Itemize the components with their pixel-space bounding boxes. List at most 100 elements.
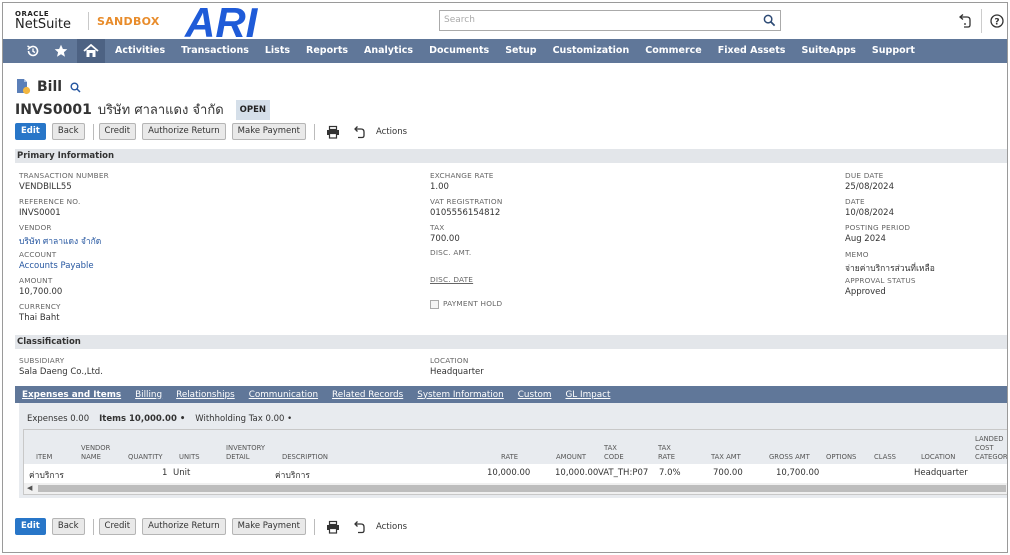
col-options[interactable]: OPTIONS xyxy=(826,453,856,462)
tab-relationships[interactable]: Relationships xyxy=(169,390,242,400)
ari-brand-logo: ARI xyxy=(184,2,259,41)
search-icon[interactable] xyxy=(763,14,776,27)
nav-reports[interactable]: Reports xyxy=(298,39,356,63)
make-payment-button[interactable]: Make Payment xyxy=(231,123,306,140)
sublist-tabs: Expenses 0.00 Items 10,000.00 • Withhold… xyxy=(27,414,302,424)
due-date-field: DUE DATE 25/08/2024 xyxy=(845,171,894,192)
subtab-bar: Expenses and Items Billing Relationships… xyxy=(15,386,1007,403)
svg-text:?: ? xyxy=(994,18,999,28)
environment-badge: SANDBOX xyxy=(97,15,160,28)
nav-analytics[interactable]: Analytics xyxy=(356,39,421,63)
favorites-star-icon[interactable] xyxy=(47,39,75,63)
global-search-input[interactable]: Search xyxy=(439,10,781,31)
history-undo-icon[interactable] xyxy=(352,125,366,139)
nav-lists[interactable]: Lists xyxy=(257,39,298,63)
amount-field: AMOUNT 10,700.00 xyxy=(19,276,63,297)
tax-field: TAX 700.00 xyxy=(430,223,460,244)
authorize-return-button[interactable]: Authorize Return xyxy=(142,123,226,140)
print-icon[interactable] xyxy=(326,125,340,139)
ari-logo-text: ARI xyxy=(184,2,259,41)
col-gross-amt[interactable]: GROSS AMT xyxy=(769,453,810,462)
account-link[interactable]: Accounts Payable xyxy=(19,261,94,271)
scroll-left-icon[interactable]: ◀ xyxy=(27,484,32,492)
primary-information-header[interactable]: Primary Information xyxy=(15,149,1007,163)
bottom-button-bar: Edit Back Credit Authorize Return Make P… xyxy=(15,518,407,535)
nav-support[interactable]: Support xyxy=(864,39,923,63)
reference-no-field: REFERENCE NO. INVS0001 xyxy=(19,197,81,218)
actions-menu[interactable]: Actions xyxy=(376,522,407,532)
row-item-link[interactable]: ค่าบริการ xyxy=(29,468,64,482)
tab-custom[interactable]: Custom xyxy=(511,390,559,400)
col-rate[interactable]: RATE xyxy=(501,453,518,462)
tab-expenses-and-items[interactable]: Expenses and Items xyxy=(15,390,128,400)
row-quantity: 1 xyxy=(162,468,168,478)
tab-communication[interactable]: Communication xyxy=(242,390,325,400)
row-location: Headquarter xyxy=(914,468,968,478)
col-tax-amt[interactable]: TAX AMT xyxy=(711,453,741,462)
row-amount: 10,000.00 xyxy=(555,468,599,478)
back-button[interactable]: Back xyxy=(51,123,85,140)
horizontal-scrollbar[interactable]: ◀ xyxy=(24,483,1007,494)
actions-menu[interactable]: Actions xyxy=(376,127,407,137)
scrollbar-thumb[interactable] xyxy=(38,485,1006,492)
col-inventory-detail[interactable]: INVENTORY DETAIL xyxy=(226,444,274,462)
credit-button[interactable]: Credit xyxy=(98,123,137,140)
col-vendor-name[interactable]: VENDOR NAME xyxy=(81,444,121,462)
history-undo-icon[interactable] xyxy=(352,520,366,534)
subtab-withholding-tax[interactable]: Withholding Tax 0.00 • xyxy=(195,414,292,424)
vendor-link[interactable]: บริษัท ศาลาแดง จำกัด xyxy=(19,234,101,248)
table-header: ITEM VENDOR NAME QUANTITY UNITS INVENTOR… xyxy=(24,430,1007,464)
status-badge: OPEN xyxy=(235,99,271,120)
col-tax-code[interactable]: TAX CODE xyxy=(604,444,634,462)
make-payment-button[interactable]: Make Payment xyxy=(231,518,306,535)
tab-billing[interactable]: Billing xyxy=(128,390,169,400)
col-class[interactable]: CLASS xyxy=(874,453,896,462)
col-location[interactable]: LOCATION xyxy=(921,453,955,462)
authorize-return-button[interactable]: Authorize Return xyxy=(142,518,226,535)
main-navigation: Activities Transactions Lists Reports An… xyxy=(3,39,1007,63)
col-units[interactable]: UNITS xyxy=(179,453,200,462)
nav-fixed-assets[interactable]: Fixed Assets xyxy=(710,39,794,63)
tab-related-records[interactable]: Related Records xyxy=(325,390,410,400)
tab-system-information[interactable]: System Information xyxy=(410,390,511,400)
edit-button[interactable]: Edit xyxy=(15,518,46,535)
disc-date-link[interactable]: DISC. DATE xyxy=(430,275,473,284)
memo-field: MEMO จ่ายค่าบริการส่วนที่เหลือ xyxy=(845,250,935,274)
col-amount[interactable]: AMOUNT xyxy=(556,453,586,462)
button-divider xyxy=(313,518,315,535)
nav-commerce[interactable]: Commerce xyxy=(637,39,710,63)
recent-records-icon[interactable] xyxy=(19,39,47,63)
button-divider xyxy=(313,123,315,140)
currency-field: CURRENCY Thai Baht xyxy=(19,302,61,323)
help-icon[interactable]: ? xyxy=(989,13,1005,29)
nav-suiteapps[interactable]: SuiteApps xyxy=(793,39,863,63)
print-icon[interactable] xyxy=(326,520,340,534)
nav-customization[interactable]: Customization xyxy=(545,39,638,63)
payment-hold-checkbox[interactable] xyxy=(430,299,439,309)
nav-activities[interactable]: Activities xyxy=(107,39,173,63)
subtab-expenses[interactable]: Expenses 0.00 xyxy=(27,414,89,424)
classification-header[interactable]: Classification xyxy=(15,335,1007,349)
expenses-items-panel: Expenses 0.00 Items 10,000.00 • Withhold… xyxy=(19,403,1007,498)
nav-transactions[interactable]: Transactions xyxy=(173,39,257,63)
nav-setup[interactable]: Setup xyxy=(497,39,544,63)
col-landed-cost-category[interactable]: LANDED COST CATEGORY xyxy=(975,435,1007,462)
subtab-items[interactable]: Items 10,000.00 • xyxy=(99,414,185,424)
row-tax-rate: 7.0% xyxy=(659,468,681,478)
netsuite-logo[interactable]: NetSuite xyxy=(15,17,71,32)
back-button[interactable]: Back xyxy=(51,518,85,535)
record-search-icon[interactable] xyxy=(70,82,81,93)
col-description[interactable]: DESCRIPTION xyxy=(282,453,328,462)
edit-button[interactable]: Edit xyxy=(15,123,46,140)
credit-button[interactable]: Credit xyxy=(98,518,137,535)
record-number: INVS0001 xyxy=(15,101,92,118)
help-center-icon[interactable] xyxy=(957,13,973,29)
approval-status-field: APPROVAL STATUS Approved xyxy=(845,276,916,297)
col-quantity[interactable]: QUANTITY xyxy=(128,453,163,462)
topbar-divider xyxy=(981,9,982,33)
col-item[interactable]: ITEM xyxy=(36,453,52,462)
home-icon[interactable] xyxy=(77,39,105,63)
nav-documents[interactable]: Documents xyxy=(421,39,497,63)
col-tax-rate[interactable]: TAX RATE xyxy=(658,444,688,462)
tab-gl-impact[interactable]: GL Impact xyxy=(558,390,617,400)
